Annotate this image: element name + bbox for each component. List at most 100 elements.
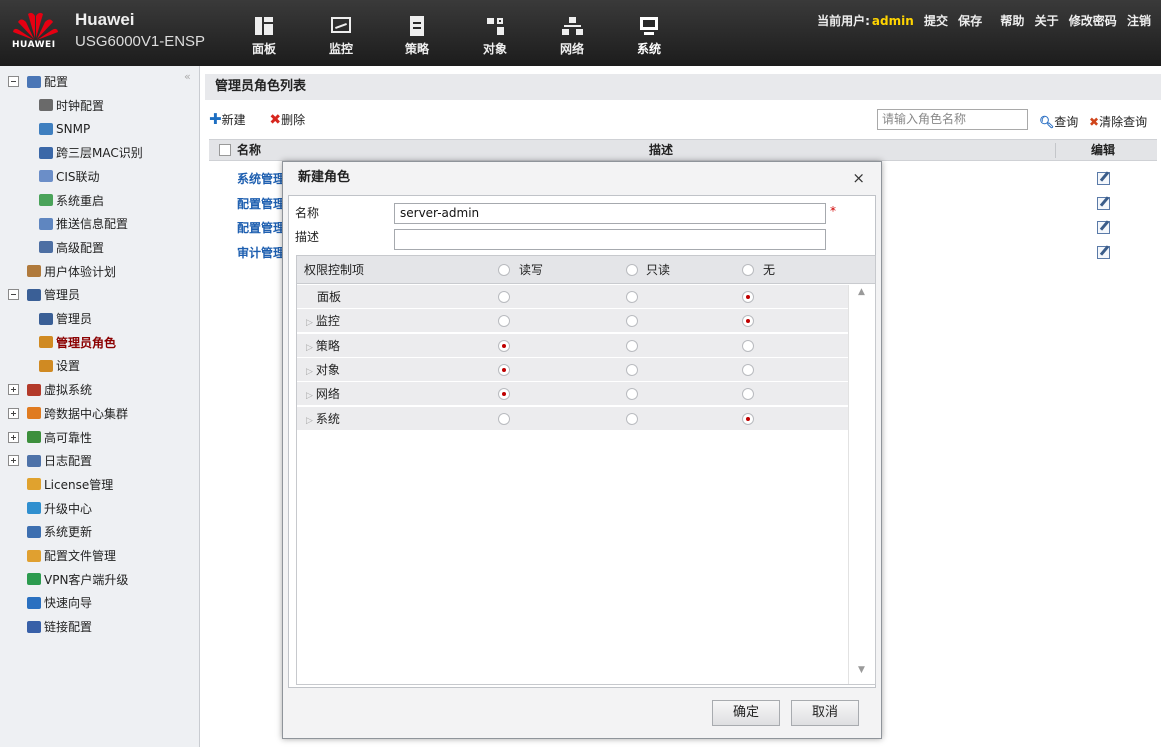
permission-radio-none[interactable] (742, 388, 754, 401)
sidebar-item-14[interactable]: 跨数据中心集群 (8, 403, 128, 425)
role-name-input[interactable]: server-admin (394, 203, 826, 224)
sidebar-item-23[interactable]: 链接配置 (27, 616, 92, 638)
sidebar-item-18[interactable]: 升级中心 (27, 498, 92, 520)
permission-radio-readwrite[interactable] (498, 412, 510, 425)
sidebar-item-10[interactable]: 管理员 (39, 308, 92, 330)
sidebar-item-3[interactable]: 跨三层MAC识别 (39, 142, 143, 164)
sidebar-item-19[interactable]: 系统更新 (27, 521, 92, 543)
role-name-link[interactable]: 系统管理 (237, 167, 285, 191)
edit-icon[interactable] (1097, 245, 1110, 259)
sidebar-item-0[interactable]: 配置 (8, 71, 68, 93)
edit-icon[interactable] (1097, 196, 1110, 210)
nav-dashboard[interactable]: 面板 (237, 12, 291, 62)
role-name-link[interactable]: 配置管理 (237, 216, 285, 240)
permission-radio-readwrite[interactable] (498, 388, 510, 401)
nav-monitor[interactable]: 监控 (314, 12, 368, 62)
about-link[interactable]: 关于 (1035, 14, 1059, 28)
expand-icon[interactable] (8, 431, 19, 443)
role-name-link[interactable]: 配置管理 (237, 192, 285, 216)
sidebar-item-label: 系统更新 (44, 525, 93, 540)
collapse-sidebar-icon[interactable]: « (184, 70, 191, 83)
expand-icon[interactable] (8, 384, 19, 396)
sidebar-item-21[interactable]: VPN客户端升级 (27, 569, 128, 591)
permission-label[interactable]: ▷ 对象 (306, 358, 340, 384)
expand-icon[interactable] (8, 407, 19, 419)
sidebar-item-4[interactable]: CIS联动 (39, 166, 100, 188)
collapse-icon[interactable] (8, 289, 19, 301)
permission-label[interactable]: ▷ 网络 (306, 382, 340, 408)
permission-label[interactable]: ▷ 系统 (306, 407, 340, 433)
permission-radio-readwrite[interactable] (498, 363, 510, 376)
permission-radio-readwrite[interactable] (498, 315, 510, 328)
scroll-down-icon[interactable]: ▼ (858, 665, 865, 675)
permission-radio-none[interactable] (742, 315, 754, 328)
nav-network[interactable]: 网络 (545, 12, 599, 62)
search-input[interactable]: 请输入角色名称 (877, 109, 1028, 130)
role-desc-input[interactable] (394, 229, 826, 250)
network-icon (561, 16, 583, 36)
sidebar-item-5[interactable]: 系统重启 (39, 190, 104, 212)
delete-button[interactable]: ✖删除 (269, 112, 315, 128)
query-button[interactable]: 🔍︎查询 (1039, 113, 1078, 130)
expand-icon[interactable] (8, 455, 19, 467)
sidebar-item-8[interactable]: 用户体验计划 (27, 261, 116, 283)
permission-radio-none[interactable] (742, 412, 754, 425)
scroll-up-icon[interactable]: ▲ (858, 287, 865, 297)
permission-radio-readonly[interactable] (626, 412, 638, 425)
sidebar-item-17[interactable]: License管理 (27, 474, 113, 496)
all-none-radio[interactable] (742, 264, 754, 276)
expand-arrow-icon[interactable]: ▷ (306, 343, 313, 353)
expand-arrow-icon[interactable]: ▷ (306, 367, 313, 377)
sidebar-item-2[interactable]: SNMP (39, 118, 90, 140)
ok-button[interactable]: 确定 (712, 700, 780, 726)
sidebar-item-12[interactable]: 设置 (39, 355, 80, 377)
clear-query-button[interactable]: ✖清除查询 (1089, 113, 1147, 130)
sidebar-item-7[interactable]: 高级配置 (39, 237, 104, 259)
permission-radio-readonly[interactable] (626, 291, 638, 303)
collapse-icon[interactable] (8, 76, 19, 87)
save-link[interactable]: 保存 (958, 14, 982, 28)
submit-link[interactable]: 提交 (924, 14, 948, 28)
logout-link[interactable]: 注销 (1127, 14, 1151, 28)
nav-monitor-label: 监控 (328, 42, 353, 56)
nav-policy[interactable]: 策略 (390, 12, 444, 62)
help-link[interactable]: 帮助 (1000, 14, 1024, 28)
permission-radio-none[interactable] (742, 291, 754, 303)
permission-label[interactable]: ▷ 监控 (306, 309, 340, 335)
edit-icon[interactable] (1097, 172, 1110, 185)
sidebar-item-22[interactable]: 快速向导 (27, 592, 92, 614)
sidebar-item-13[interactable]: 虚拟系统 (8, 379, 92, 401)
permission-radio-readonly[interactable] (626, 363, 638, 376)
edit-icon[interactable] (1097, 221, 1110, 234)
nav-system[interactable]: 系统 (622, 12, 676, 62)
permission-radio-readonly[interactable] (626, 388, 638, 401)
all-readonly-radio[interactable] (626, 264, 638, 276)
permission-radio-readonly[interactable] (626, 339, 638, 352)
permission-radio-none[interactable] (742, 339, 754, 352)
permission-radio-readwrite[interactable] (498, 339, 510, 352)
select-all-checkbox[interactable] (219, 144, 231, 156)
permission-row: ▷ 监控 (297, 309, 848, 335)
sidebar-item-6[interactable]: 推送信息配置 (39, 213, 128, 235)
sidebar-item-16[interactable]: 日志配置 (8, 450, 92, 472)
expand-arrow-icon[interactable]: ▷ (306, 318, 313, 328)
sidebar-item-15[interactable]: 高可靠性 (8, 427, 92, 449)
permission-scrollbar[interactable]: ▲ ▼ (848, 285, 875, 684)
cancel-button[interactable]: 取消 (791, 700, 859, 726)
expand-arrow-icon[interactable]: ▷ (306, 391, 313, 401)
permission-radio-readwrite[interactable] (498, 291, 510, 303)
permission-label[interactable]: ▷ 策略 (306, 334, 340, 360)
change-password-link[interactable]: 修改密码 (1069, 14, 1117, 28)
nav-object[interactable]: 对象 (468, 12, 522, 62)
close-icon[interactable]: × (852, 162, 865, 194)
role-name-link[interactable]: 审计管理 (237, 241, 285, 265)
permission-radio-none[interactable] (742, 363, 754, 376)
expand-arrow-icon[interactable]: ▷ (306, 416, 313, 426)
sidebar-item-9[interactable]: 管理员 (8, 284, 80, 306)
sidebar-item-1[interactable]: 时钟配置 (39, 95, 104, 117)
new-button[interactable]: ✚新建 (209, 110, 256, 128)
all-readwrite-radio[interactable] (498, 264, 510, 276)
sidebar-item-11[interactable]: 管理员角色 (39, 332, 116, 354)
permission-radio-readonly[interactable] (626, 315, 638, 328)
sidebar-item-20[interactable]: 配置文件管理 (27, 545, 116, 567)
